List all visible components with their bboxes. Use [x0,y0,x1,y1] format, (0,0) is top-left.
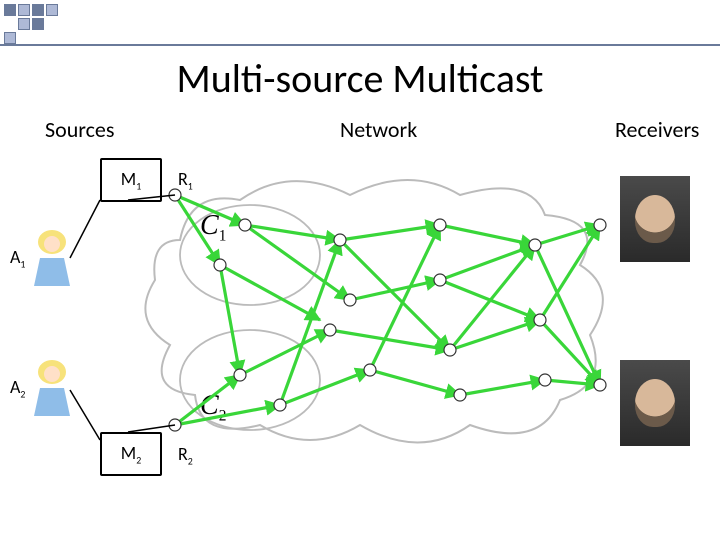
column-label-sources: Sources [45,116,114,143]
message-label: M1 [121,168,141,193]
receiver-photo-b1 [620,176,690,262]
message-label: M2 [121,442,141,467]
column-label-network: Network [340,116,417,143]
deco-square [4,32,16,44]
source-label-a2: A2 [10,376,25,401]
face-icon [635,379,675,427]
source-label-a1: A1 [10,246,25,271]
deco-square [32,4,44,16]
page-title: Multi-source Multicast [0,54,720,103]
source-avatar-a1 [30,228,74,288]
deco-square [18,4,30,16]
deco-square [4,4,16,16]
header-rule [0,44,720,46]
deco-square [32,18,44,30]
deco-square [18,18,30,30]
deco-square [46,4,58,16]
network-cloud [140,170,610,450]
column-label-receivers: Receivers [615,116,699,143]
source-avatar-a2 [30,358,74,418]
face-icon [635,195,675,243]
receiver-photo-b2 [620,360,690,446]
